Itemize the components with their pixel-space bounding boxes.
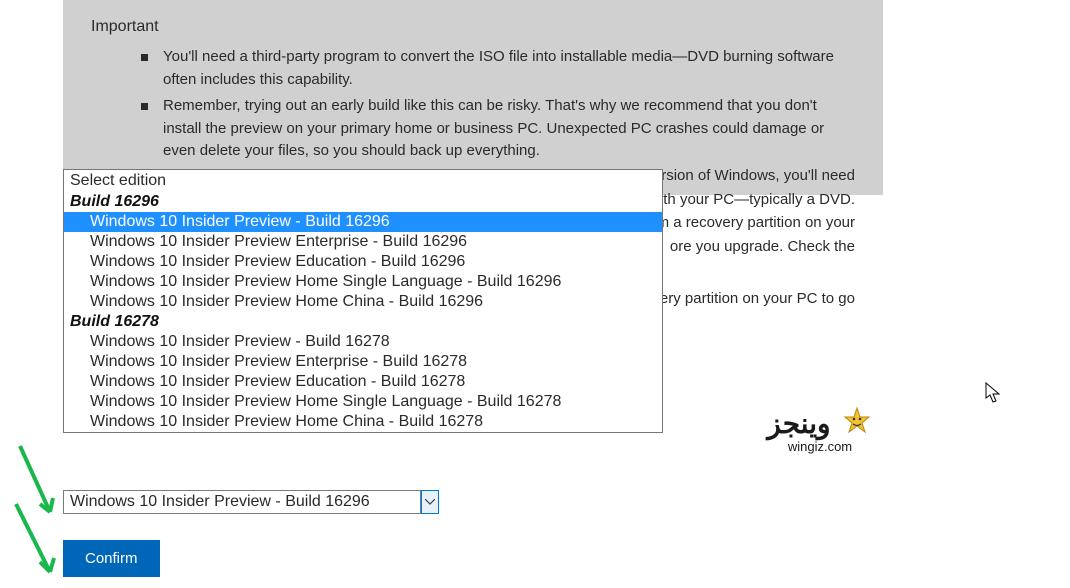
important-heading: Important: [91, 18, 855, 36]
dropdown-group-label: Build 16296: [64, 192, 662, 212]
important-bullet: Remember, trying out an early build like…: [141, 95, 855, 163]
background-text-fragment: ery partition on your PC to go: [660, 288, 855, 311]
edition-dropdown-list[interactable]: Select edition Build 16296 Windows 10 In…: [63, 169, 663, 433]
edition-select[interactable]: Windows 10 Insider Preview - Build 16296: [63, 490, 439, 514]
dropdown-item[interactable]: Windows 10 Insider Preview Education - B…: [64, 372, 662, 392]
chevron-down-icon: [425, 499, 435, 505]
wingiz-arabic: وينجز: [767, 407, 830, 440]
wingiz-logo: وينجز wingiz.com: [740, 405, 900, 454]
confirm-button[interactable]: Confirm: [63, 540, 160, 577]
wingiz-url: wingiz.com: [740, 439, 900, 454]
dropdown-item[interactable]: Windows 10 Insider Preview Enterprise - …: [64, 232, 662, 252]
important-list: You'll need a third-party program to con…: [141, 46, 855, 163]
dropdown-item[interactable]: Windows 10 Insider Preview Home Single L…: [64, 392, 662, 412]
background-text-fragment: ore you upgrade. Check the: [670, 236, 855, 259]
annotation-arrow-icon: [2, 444, 72, 588]
mouse-cursor-icon: [985, 382, 1003, 408]
dropdown-item[interactable]: Windows 10 Insider Preview Home China - …: [64, 292, 662, 312]
dropdown-item[interactable]: Windows 10 Insider Preview Enterprise - …: [64, 352, 662, 372]
star-icon: [841, 405, 873, 441]
background-text-fragment: om a recovery partition on your: [648, 212, 855, 235]
dropdown-item[interactable]: Windows 10 Insider Preview Home China - …: [64, 412, 662, 432]
edition-select-value[interactable]: Windows 10 Insider Preview - Build 16296: [63, 490, 421, 514]
info-panel: Important You'll need a third-party prog…: [63, 0, 883, 195]
dropdown-group-label: Build 16278: [64, 312, 662, 332]
edition-select-toggle[interactable]: [421, 490, 439, 514]
dropdown-item[interactable]: Windows 10 Insider Preview - Build 16278: [64, 332, 662, 352]
dropdown-item[interactable]: Windows 10 Insider Preview - Build 16296: [64, 212, 662, 232]
dropdown-item[interactable]: Windows 10 Insider Preview Home Single L…: [64, 272, 662, 292]
important-bullet: You'll need a third-party program to con…: [141, 46, 855, 91]
dropdown-placeholder[interactable]: Select edition: [64, 170, 662, 192]
dropdown-item[interactable]: Windows 10 Insider Preview Education - B…: [64, 252, 662, 272]
